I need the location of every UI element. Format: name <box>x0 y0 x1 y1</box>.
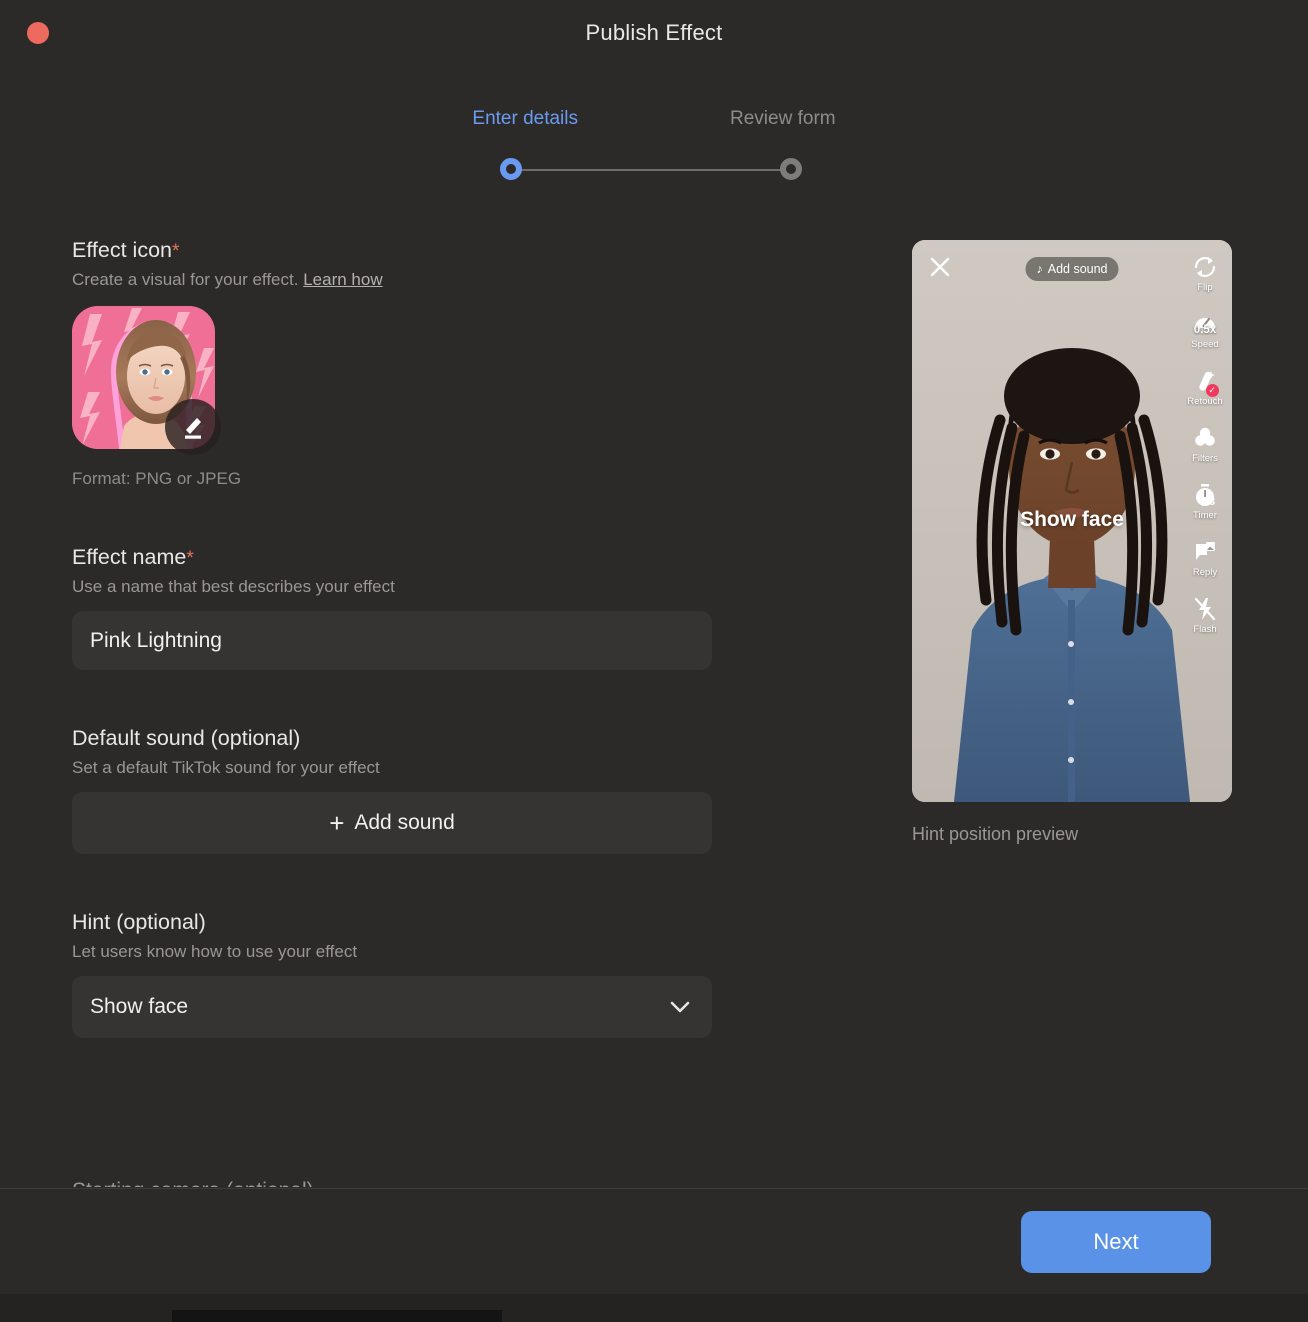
effect-name-description: Use a name that best describes your effe… <box>72 577 395 596</box>
default-sound-description: Set a default TikTok sound for your effe… <box>72 758 380 777</box>
next-button[interactable]: Next <box>1021 1211 1211 1273</box>
effect-icon-label-text: Effect icon <box>72 238 172 262</box>
phone-preview: ♪ Add sound Flip 0.5x Speed ✓ Retouch Fi… <box>912 240 1232 802</box>
effect-icon-format-note: Format: PNG or JPEG <box>72 469 242 488</box>
required-asterisk: * <box>172 241 180 262</box>
field-default-sound: Default sound (optional) Set a default T… <box>72 726 712 854</box>
hint-select[interactable]: Show face <box>72 976 712 1038</box>
music-note-icon: ♪ <box>1036 262 1043 276</box>
hint-select-value: Show face <box>90 995 189 1018</box>
footer-bar: Next <box>0 1189 1308 1294</box>
clipped-next-section-title: Starting camera (optional) <box>72 1178 314 1187</box>
effect-icon-description-text: Create a visual for your effect. <box>72 270 299 289</box>
field-effect-icon: Effect icon* Create a visual for your ef… <box>72 238 712 489</box>
plus-icon: + <box>329 808 345 838</box>
rail-item-speed[interactable]: 0.5x Speed <box>1191 311 1219 350</box>
rail-label-filters: Filters <box>1192 453 1218 464</box>
field-hint: Hint (optional) Let users know how to us… <box>72 910 712 1038</box>
flash-off-icon <box>1194 597 1216 621</box>
close-window-button[interactable] <box>27 22 49 44</box>
window-title-bar: Publish Effect <box>0 0 1308 66</box>
rail-speed-value: 0.5x <box>1193 324 1217 336</box>
rail-item-flip[interactable]: Flip <box>1192 254 1218 293</box>
rail-item-flash[interactable]: Flash <box>1192 596 1218 635</box>
hint-preview-panel: ♪ Add sound Flip 0.5x Speed ✓ Retouch Fi… <box>912 240 1232 845</box>
hint-description: Let users know how to use your effect <box>72 942 358 961</box>
rail-item-reply[interactable]: Reply <box>1192 539 1218 578</box>
timer-icon: 3 <box>1196 484 1215 508</box>
effect-icon-description: Create a visual for your effect. Learn h… <box>72 270 712 290</box>
window-bottom-shadow <box>172 1310 502 1322</box>
stepper-connector-line <box>512 169 792 171</box>
camera-tool-rail: Flip 0.5x Speed ✓ Retouch Filters 3 Time… <box>1182 254 1228 653</box>
rail-label-speed: Speed <box>1191 339 1219 350</box>
effect-name-label: Effect name* <box>72 545 712 570</box>
phone-close-icon[interactable] <box>927 254 953 280</box>
timer-value: 3 <box>1209 496 1215 508</box>
retouch-enabled-badge: ✓ <box>1205 384 1219 397</box>
stepper-dot-2[interactable] <box>780 158 802 180</box>
effect-icon-label: Effect icon* <box>72 238 712 263</box>
page-title: Publish Effect <box>585 20 723 45</box>
flip-camera-icon <box>1194 256 1216 278</box>
phone-add-sound-label: Add sound <box>1047 262 1108 276</box>
effect-name-input[interactable] <box>72 611 712 670</box>
required-asterisk: * <box>186 548 194 569</box>
rail-item-retouch[interactable]: ✓ Retouch <box>1187 368 1223 407</box>
rail-item-filters[interactable]: Filters <box>1192 425 1218 464</box>
effect-icon-thumbnail[interactable] <box>72 306 221 455</box>
stepper-track <box>0 150 1308 190</box>
step-label-enter-details[interactable]: Enter details <box>472 108 578 130</box>
rail-label-flip: Flip <box>1197 282 1213 293</box>
hint-text-overlay: Show face <box>1020 508 1124 531</box>
pencil-icon <box>185 418 201 439</box>
hint-preview-caption: Hint position preview <box>912 824 1079 844</box>
rail-label-flash: Flash <box>1193 624 1217 635</box>
stepper-dot-1[interactable] <box>500 158 522 180</box>
rail-label-reply: Reply <box>1192 567 1218 578</box>
rail-label-retouch: Retouch <box>1187 396 1223 407</box>
filters-circles-icon <box>1195 427 1215 446</box>
field-effect-name: Effect name* Use a name that best descri… <box>72 545 712 670</box>
phone-add-sound-button[interactable]: ♪ Add sound <box>1025 257 1119 281</box>
default-sound-label: Default sound (optional) <box>72 726 301 750</box>
effect-details-form: Effect icon* Create a visual for your ef… <box>72 238 712 1038</box>
effect-name-label-text: Effect name <box>72 545 187 569</box>
step-label-review-form[interactable]: Review form <box>730 108 836 130</box>
learn-how-link[interactable]: Learn how <box>303 270 382 289</box>
wizard-stepper: Enter details Review form <box>0 108 1308 190</box>
edit-effect-icon-button[interactable] <box>165 399 221 455</box>
hint-label: Hint (optional) <box>72 910 206 934</box>
add-sound-button[interactable]: + Add sound <box>72 792 712 854</box>
hint-select-wrapper: Show face <box>72 976 712 1038</box>
reply-icon <box>1196 542 1215 560</box>
add-sound-button-label: Add sound <box>354 811 455 834</box>
